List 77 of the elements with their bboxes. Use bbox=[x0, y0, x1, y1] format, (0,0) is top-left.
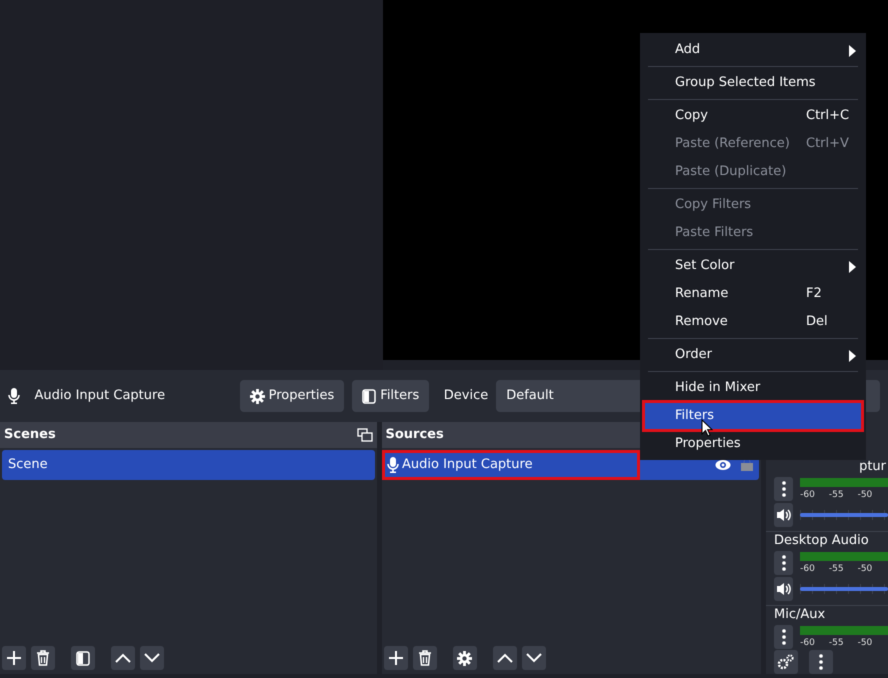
shortcut-label: Ctrl+C bbox=[806, 107, 850, 126]
shortcut-label: Del bbox=[806, 313, 828, 332]
volume-slider[interactable] bbox=[800, 510, 888, 520]
meter-scale-label: -50 bbox=[858, 489, 872, 502]
mouse-cursor-icon bbox=[701, 419, 713, 437]
mute-button[interactable] bbox=[774, 577, 794, 601]
microphone-icon bbox=[8, 388, 20, 404]
chevron-down-icon bbox=[526, 653, 542, 663]
meter-scale-label: -60 bbox=[800, 489, 815, 502]
add-button[interactable] bbox=[384, 646, 408, 670]
move-up-button[interactable] bbox=[492, 646, 516, 670]
lock-icon[interactable] bbox=[741, 459, 753, 471]
menu-item[interactable]: Copy Ctrl+C bbox=[644, 102, 862, 130]
chevron-up-icon bbox=[115, 653, 131, 663]
move-down-button[interactable] bbox=[522, 646, 546, 670]
channel-name: Desktop Audio bbox=[774, 532, 870, 550]
microphone-icon bbox=[386, 457, 399, 473]
undock-icon[interactable] bbox=[356, 428, 372, 442]
menu-item[interactable]: Group Selected Items bbox=[644, 69, 862, 97]
source-label: Audio Input Capture bbox=[402, 456, 533, 474]
mixer-menu-button[interactable] bbox=[809, 650, 833, 674]
meter-scale-label: -55 bbox=[828, 637, 844, 650]
trash-icon bbox=[418, 650, 432, 666]
channel-menu-button[interactable] bbox=[774, 551, 794, 575]
filters-button[interactable]: Filters bbox=[352, 380, 430, 412]
meter-scale-label: -50 bbox=[858, 563, 872, 576]
volume-slider[interactable] bbox=[800, 584, 888, 594]
source-name: Audio Input Capture bbox=[34, 387, 166, 406]
gear-icon bbox=[250, 388, 265, 404]
speaker-icon bbox=[776, 582, 792, 596]
filter-button[interactable] bbox=[71, 646, 95, 670]
plus-icon bbox=[388, 650, 404, 666]
meter-scale-label: -55 bbox=[828, 489, 844, 502]
settings-button[interactable] bbox=[452, 646, 476, 670]
delete-button[interactable] bbox=[412, 646, 436, 670]
speaker-icon bbox=[776, 508, 792, 522]
channel-name: Mic/Aux bbox=[774, 606, 826, 624]
dots-icon bbox=[819, 654, 823, 670]
move-up-button[interactable] bbox=[111, 646, 135, 670]
dots-icon bbox=[782, 629, 786, 645]
menu-item[interactable]: Add bbox=[644, 36, 862, 64]
filter-icon bbox=[362, 388, 376, 404]
channel-name: ptur bbox=[858, 458, 887, 476]
meter-scale-label: -60 bbox=[800, 637, 815, 650]
shortcut-label: F2 bbox=[806, 285, 822, 304]
dots-icon bbox=[782, 555, 786, 571]
channel-menu-button[interactable] bbox=[774, 625, 794, 649]
mute-button[interactable] bbox=[774, 503, 794, 527]
visibility-icon[interactable] bbox=[714, 459, 730, 471]
filter-icon bbox=[76, 650, 90, 666]
gear-icon bbox=[457, 650, 472, 666]
move-down-button[interactable] bbox=[140, 646, 164, 670]
advanced-audio-button[interactable] bbox=[774, 650, 798, 674]
shortcut-label: Ctrl+V bbox=[806, 135, 849, 154]
chevron-down-icon bbox=[144, 653, 160, 663]
chevron-up-icon bbox=[496, 653, 512, 663]
menu-item[interactable]: Rename F2 bbox=[644, 280, 862, 308]
scene-item[interactable]: Scene bbox=[2, 450, 374, 480]
meter-scale-label: -55 bbox=[828, 563, 844, 576]
device-label: Device bbox=[444, 387, 488, 406]
menu-item[interactable]: Order bbox=[644, 341, 862, 369]
menu-item[interactable]: Filters bbox=[644, 402, 862, 430]
delete-button[interactable] bbox=[31, 646, 55, 670]
menu-item[interactable]: Set Color bbox=[644, 252, 862, 280]
menu-item[interactable]: Remove Del bbox=[644, 308, 862, 336]
meter-scale-label: -50 bbox=[858, 637, 872, 650]
channel-menu-button[interactable] bbox=[774, 477, 794, 501]
dots-icon bbox=[782, 481, 786, 497]
menu-item[interactable]: Hide in Mixer bbox=[644, 374, 862, 402]
plus-icon bbox=[6, 650, 22, 666]
properties-button[interactable]: Properties bbox=[240, 380, 344, 412]
meter-scale-label: -60 bbox=[800, 563, 815, 576]
gears-icon bbox=[777, 654, 795, 670]
panel-title: Sources bbox=[386, 426, 444, 444]
add-button[interactable] bbox=[2, 646, 26, 670]
panel-title: Scenes bbox=[4, 426, 56, 444]
trash-icon bbox=[36, 650, 50, 666]
